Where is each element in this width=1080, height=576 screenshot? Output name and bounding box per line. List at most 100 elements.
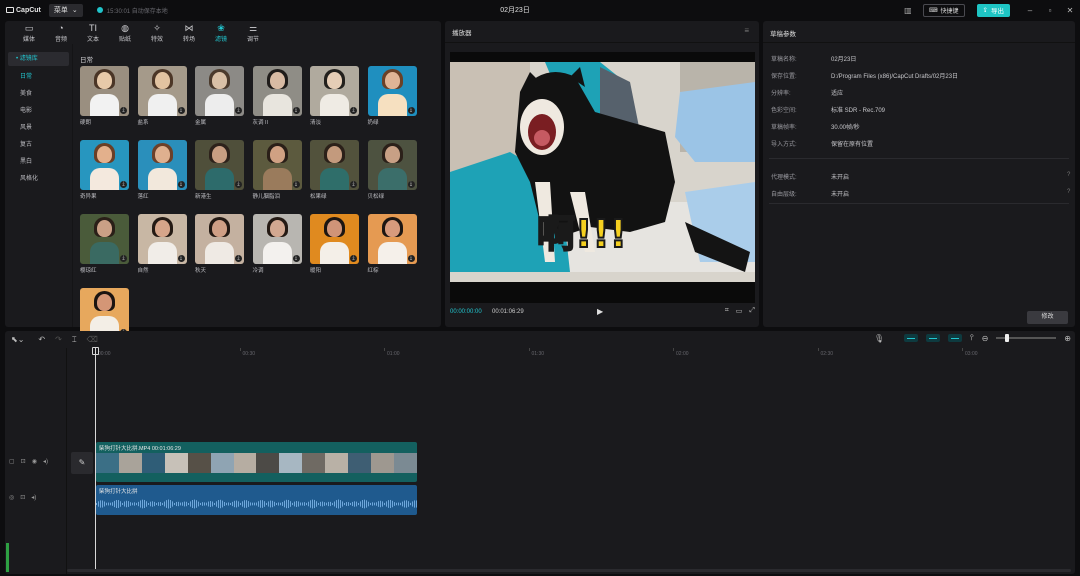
download-icon[interactable]: ⤓: [177, 181, 185, 188]
play-button[interactable]: ▶: [597, 307, 603, 316]
screenshot-icon[interactable]: ⌗: [725, 307, 729, 315]
filter-item[interactable]: ⤓ 金属: [195, 66, 244, 126]
tab-sticker[interactable]: ◍ 贴纸: [109, 21, 141, 44]
delete-icon[interactable]: ⌫: [87, 335, 98, 344]
tab-adjust[interactable]: ⚌ 调节: [237, 21, 269, 44]
filter-item[interactable]: ⤓ 硬朗: [80, 66, 129, 126]
download-icon[interactable]: ⤓: [235, 107, 242, 114]
lock-icon[interactable]: ⊡: [21, 458, 26, 465]
filter-thumbnail[interactable]: ⤓: [252, 66, 302, 116]
speaker-icon[interactable]: ◂): [43, 458, 48, 465]
redo-icon[interactable]: ↷: [55, 335, 62, 344]
filter-thumbnail[interactable]: ⤓: [137, 214, 187, 264]
filter-item[interactable]: ⤓ 自然: [137, 214, 187, 274]
sidebar-item[interactable]: 黑白: [5, 155, 72, 170]
tab-transition[interactable]: ⋈ 转场: [173, 21, 205, 44]
microphone-icon[interactable]: 🎙: [874, 334, 884, 343]
filter-item[interactable]: ⤓ 红棕: [367, 214, 417, 274]
download-icon[interactable]: ⤓: [120, 107, 127, 114]
playhead[interactable]: [95, 347, 96, 571]
help-icon[interactable]: ?: [1067, 189, 1070, 195]
download-icon[interactable]: ⤓: [292, 255, 300, 262]
filter-thumbnail[interactable]: ⤓: [367, 214, 417, 264]
sidebar-item[interactable]: 复古: [5, 138, 72, 153]
sidebar-item[interactable]: 美食: [5, 87, 72, 102]
filter-thumbnail[interactable]: ⤓: [195, 140, 244, 190]
audio-clip[interactable]: 柴狗打针大比拼: [96, 485, 417, 515]
tab-audio[interactable]: ◔ 音频: [45, 21, 77, 44]
split-icon[interactable]: ⌶: [72, 335, 77, 345]
link-icon[interactable]: [948, 334, 963, 342]
player-menu-icon[interactable]: ≡: [744, 26, 749, 35]
main-track-magnet-icon[interactable]: [904, 334, 919, 342]
tab-media[interactable]: ▭ 媒体: [13, 21, 45, 44]
layout-button[interactable]: ▥: [899, 4, 917, 16]
undo-icon[interactable]: ↶: [38, 335, 45, 344]
filter-item[interactable]: ⤓ 静儿胭脂泪: [252, 140, 302, 200]
filter-item[interactable]: ⤓ 新港生: [195, 140, 244, 200]
lock-icon[interactable]: ⊡: [20, 494, 25, 501]
select-tool-icon[interactable]: ⬉⌄: [11, 335, 24, 344]
video-preview[interactable]: 啊!!!: [450, 52, 755, 303]
video-clip[interactable]: 柴狗打针大比拼.MP4 00:01:06:29: [96, 442, 417, 482]
filter-thumbnail[interactable]: ⤓: [195, 214, 244, 264]
filter-item[interactable]: ⤓ 落红: [137, 140, 187, 200]
filter-thumbnail[interactable]: ⤓: [310, 140, 359, 190]
filter-thumbnail[interactable]: ⤓: [252, 140, 302, 190]
cover-icon[interactable]: ▢: [9, 458, 15, 465]
filter-item[interactable]: ⤓ 奇异果: [80, 140, 129, 200]
filter-item[interactable]: ⤓ 盐系: [137, 66, 187, 126]
filter-item[interactable]: ⤓ 清淡: [310, 66, 359, 126]
menu-button[interactable]: 菜单 ⌄: [48, 3, 83, 17]
shortcut-button[interactable]: ⌨ 快捷键: [922, 3, 965, 17]
aspect-ratio-icon[interactable]: ▭: [736, 307, 743, 315]
filter-thumbnail[interactable]: ⤓: [310, 66, 359, 116]
filter-thumbnail[interactable]: ⤓: [367, 140, 417, 190]
download-icon[interactable]: ⤓: [407, 107, 415, 114]
zoom-slider[interactable]: [996, 334, 1057, 342]
download-icon[interactable]: ⤓: [177, 107, 185, 114]
filter-item[interactable]: ⤓ 贝松绿: [367, 140, 417, 200]
download-icon[interactable]: ⤓: [407, 181, 415, 188]
filter-thumbnail[interactable]: ⤓: [310, 214, 359, 264]
download-icon[interactable]: ⤓: [120, 181, 127, 188]
filter-item[interactable]: ⤓ 灰调 II: [252, 66, 302, 126]
minimize-button[interactable]: –: [1020, 6, 1040, 15]
download-icon[interactable]: ⤓: [120, 255, 127, 262]
download-icon[interactable]: ⤓: [235, 255, 242, 262]
filter-thumbnail[interactable]: ⤓: [137, 140, 187, 190]
filter-item[interactable]: ⤓ 樱琼红: [80, 214, 129, 274]
download-icon[interactable]: ⤓: [350, 107, 357, 114]
restore-button[interactable]: ▫: [1040, 6, 1060, 15]
sidebar-item[interactable]: 日常: [5, 70, 72, 85]
filter-thumbnail[interactable]: ⤓: [80, 140, 129, 190]
timeline-scrollbar[interactable]: [67, 569, 1071, 572]
filter-thumbnail[interactable]: ⤓: [367, 66, 417, 116]
filter-thumbnail[interactable]: ⤓: [137, 66, 187, 116]
tab-filter[interactable]: ❀ 滤镜: [205, 21, 237, 44]
download-icon[interactable]: ⤓: [292, 107, 300, 114]
download-icon[interactable]: ⤓: [235, 181, 242, 188]
filter-item[interactable]: ⤓ 松果绿: [310, 140, 359, 200]
filter-item[interactable]: ⤓ 冷调: [252, 214, 302, 274]
filter-thumbnail[interactable]: ⤓: [80, 66, 129, 116]
edit-button[interactable]: 修改: [1027, 311, 1068, 324]
filter-thumbnail[interactable]: ⤓: [195, 66, 244, 116]
time-ruler[interactable]: 00:00 00:30 01:00 01:30 02:00 02:30 03:00: [67, 348, 1075, 360]
filter-item[interactable]: ⤓ 秋天: [195, 214, 244, 274]
download-icon[interactable]: ⤓: [177, 255, 185, 262]
sidebar-item[interactable]: 风格化: [5, 172, 72, 187]
download-icon[interactable]: ⤓: [350, 255, 357, 262]
zoom-slider-knob[interactable]: [1004, 334, 1009, 342]
tab-effects[interactable]: ✧ 特效: [141, 21, 173, 44]
filter-thumbnail[interactable]: ⤓: [252, 214, 302, 264]
download-icon[interactable]: ⤓: [292, 181, 300, 188]
speaker-icon[interactable]: ◂): [31, 494, 36, 501]
zoom-out-icon[interactable]: ⊖: [982, 334, 989, 343]
auto-snap-icon[interactable]: [926, 334, 941, 342]
filter-thumbnail[interactable]: ⤓: [80, 214, 129, 264]
sidebar-item[interactable]: 电影: [5, 104, 72, 119]
filter-item[interactable]: ⤓ 暖阳: [310, 214, 359, 274]
eye-icon[interactable]: ◉: [32, 458, 37, 465]
cover-button[interactable]: ✎: [71, 452, 93, 474]
